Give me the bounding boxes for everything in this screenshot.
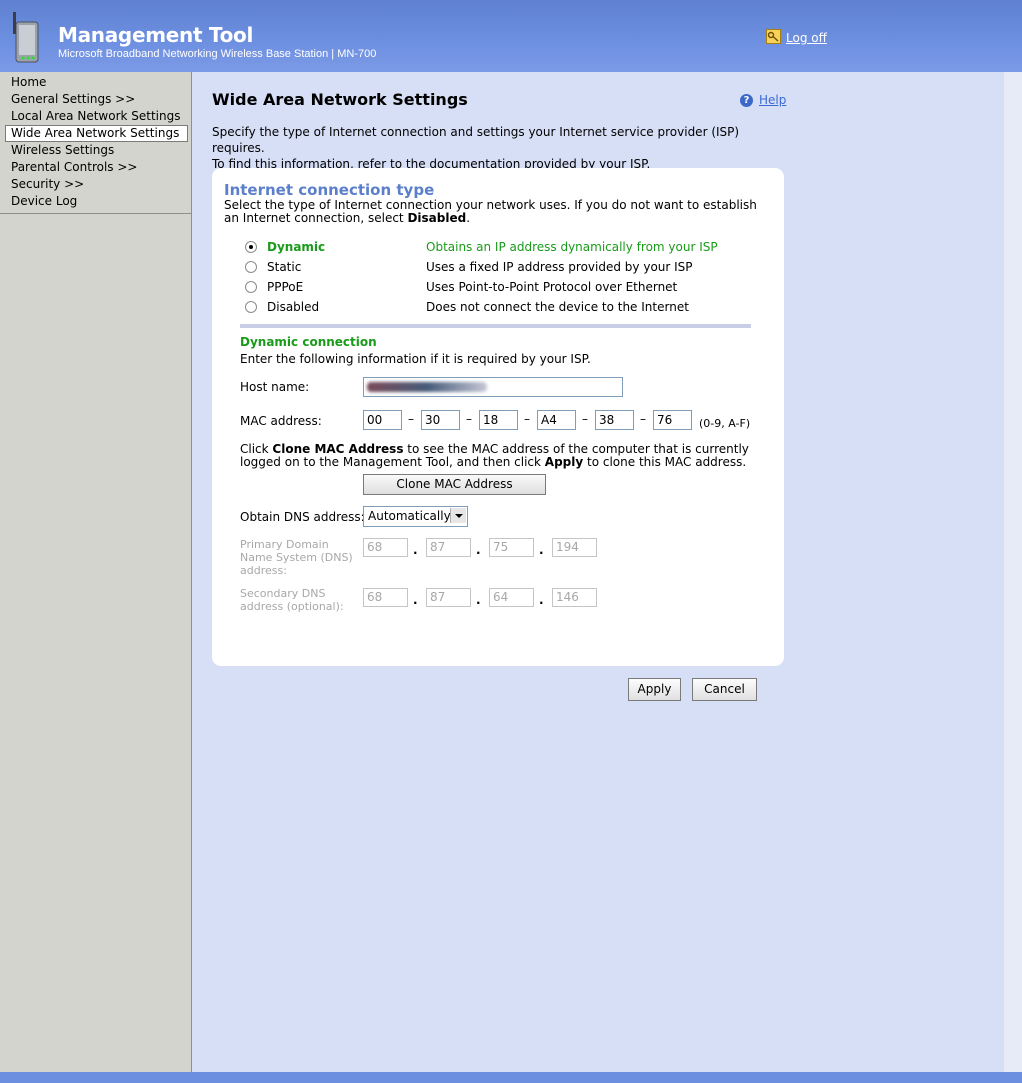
option-label: Dynamic — [267, 240, 326, 254]
ip-dot: . — [476, 593, 481, 607]
clone-text-part: Click — [240, 442, 273, 456]
secondary-dns-octet-3: 64 — [489, 588, 534, 607]
mac-octet-2[interactable]: 30 — [421, 410, 460, 430]
chevron-down-icon[interactable] — [450, 508, 466, 523]
app-header: Management Tool Microsoft Broadband Netw… — [0, 0, 1022, 73]
clone-text-part: to clone this MAC address. — [583, 455, 747, 469]
mac-hint: (0-9, A-F) — [699, 417, 751, 430]
option-desc: Does not connect the device to the Inter… — [426, 300, 689, 314]
option-desc: Uses Point-to-Point Protocol over Ethern… — [426, 280, 678, 294]
ip-dot: . — [413, 543, 418, 557]
section-description: Select the type of Internet connection y… — [224, 199, 774, 225]
option-disabled[interactable]: Disabled Does not connect the device to … — [245, 299, 689, 315]
primary-dns-octet-1: 68 — [363, 538, 408, 557]
mac-separator: – — [466, 412, 472, 426]
sidebar-item-device-log[interactable]: Device Log — [0, 193, 191, 213]
option-desc: Uses a fixed IP address provided by your… — [426, 260, 693, 274]
primary-dns-octet-4: 194 — [552, 538, 597, 557]
mac-separator: – — [640, 412, 646, 426]
section-desc-text: Select the type of Internet connection y… — [224, 198, 757, 225]
sidebar-item-local-area-network-settings[interactable]: Local Area Network Settings — [0, 108, 191, 125]
ip-dot: . — [413, 593, 418, 607]
cancel-button[interactable]: Cancel — [692, 678, 757, 701]
help-link-group[interactable]: ? Help — [740, 93, 786, 107]
ip-dot: . — [476, 543, 481, 557]
help-link[interactable]: Help — [759, 93, 786, 107]
host-name-input[interactable] — [363, 377, 623, 397]
option-dynamic[interactable]: Dynamic Obtains an IP address dynamicall… — [245, 239, 718, 255]
option-desc: Obtains an IP address dynamically from y… — [426, 240, 718, 254]
primary-dns-octet-3: 75 — [489, 538, 534, 557]
connection-panel: Internet connection type Select the type… — [212, 168, 784, 666]
apply-button[interactable]: Apply — [628, 678, 681, 701]
clone-text-bold: Clone MAC Address — [272, 442, 404, 456]
option-pppoe[interactable]: PPPoE Uses Point-to-Point Protocol over … — [245, 279, 677, 295]
section-title: Internet connection type — [224, 181, 435, 199]
intro-line-1: Specify the type of Internet connection … — [212, 125, 740, 155]
section-desc-suffix: . — [466, 211, 471, 225]
page-edge — [1004, 72, 1022, 1072]
radio-pppoe[interactable] — [245, 281, 257, 293]
dns-select-value: Automatically — [368, 509, 451, 523]
option-label: PPPoE — [267, 280, 304, 294]
radio-dynamic[interactable] — [245, 241, 257, 253]
secondary-dns-octet-1: 68 — [363, 588, 408, 607]
mac-octet-5[interactable]: 38 — [595, 410, 634, 430]
sidebar-item-wireless-settings[interactable]: Wireless Settings — [0, 142, 191, 159]
help-icon: ? — [740, 93, 753, 107]
key-icon — [766, 28, 781, 44]
sidebar-item-wide-area-network-settings[interactable]: Wide Area Network Settings — [5, 125, 188, 142]
host-name-label: Host name: — [240, 380, 310, 394]
mac-separator: – — [408, 412, 414, 426]
mac-address-label: MAC address: — [240, 414, 322, 428]
ip-dot: . — [539, 593, 544, 607]
mac-octet-6[interactable]: 76 — [653, 410, 692, 430]
secondary-dns-label: Secondary DNS address (optional): — [240, 587, 344, 613]
sidebar-nav: Home General Settings >> Local Area Netw… — [0, 72, 192, 1072]
mac-separator: – — [582, 412, 588, 426]
sidebar-item-security[interactable]: Security >> — [0, 176, 191, 193]
option-label: Disabled — [267, 300, 320, 314]
divider — [240, 324, 751, 328]
clone-mac-address-button[interactable]: Clone MAC Address — [363, 474, 546, 495]
app-subtitle: Microsoft Broadband Networking Wireless … — [58, 48, 377, 60]
radio-disabled[interactable] — [245, 301, 257, 313]
clone-instructions: Click Clone MAC Address to see the MAC a… — [240, 443, 760, 469]
mac-octet-1[interactable]: 00 — [363, 410, 402, 430]
mac-octet-4[interactable]: A4 — [537, 410, 576, 430]
option-label: Static — [267, 260, 302, 274]
primary-dns-label: Primary Domain Name System (DNS) address… — [240, 538, 353, 577]
section-desc-bold: Disabled — [407, 211, 467, 225]
base-station-icon — [13, 12, 39, 63]
page-intro: Specify the type of Internet connection … — [212, 124, 792, 172]
dynamic-connection-title: Dynamic connection — [240, 335, 377, 349]
footer-bar — [0, 1072, 1022, 1083]
obtain-dns-label: Obtain DNS address: — [240, 510, 365, 524]
secondary-dns-octet-4: 146 — [552, 588, 597, 607]
logoff-link[interactable]: Log off — [786, 31, 827, 45]
redacted-value — [367, 382, 487, 392]
mac-octet-3[interactable]: 18 — [479, 410, 518, 430]
dynamic-connection-desc: Enter the following information if it is… — [240, 352, 591, 366]
sidebar-item-parental-controls[interactable]: Parental Controls >> — [0, 159, 191, 176]
option-static[interactable]: Static Uses a fixed IP address provided … — [245, 259, 693, 275]
clone-text-bold: Apply — [544, 455, 584, 469]
primary-dns-octet-2: 87 — [426, 538, 471, 557]
logoff-link-group[interactable]: Log off — [766, 27, 827, 45]
mac-separator: – — [524, 412, 530, 426]
radio-static[interactable] — [245, 261, 257, 273]
sidebar-item-general-settings[interactable]: General Settings >> — [0, 91, 191, 108]
ip-dot: . — [539, 543, 544, 557]
app-title: Management Tool — [58, 23, 254, 47]
secondary-dns-octet-2: 87 — [426, 588, 471, 607]
sidebar-item-home[interactable]: Home — [0, 74, 191, 91]
page-title: Wide Area Network Settings — [212, 90, 468, 109]
obtain-dns-select[interactable]: Automatically — [363, 506, 468, 527]
